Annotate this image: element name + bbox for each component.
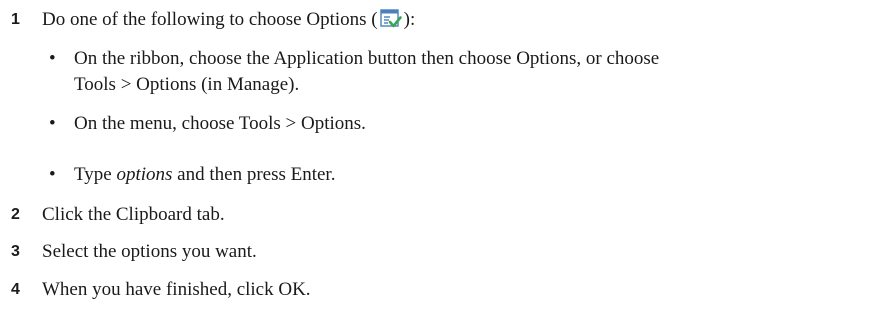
step-text-after-icon: ): [403,9,416,30]
substep-text: Type options and then press Enter. [74,162,335,188]
step-number: 3 [11,243,20,260]
step-text: Select the options you want. [42,241,257,262]
substep-italic-keyword: options [116,164,173,185]
substep-text-line2: Tools > Options (in Manage). [74,74,300,95]
step-text: Click the Clipboard tab. [42,204,225,225]
step-text-before-icon: Do one of the following to choose Option… [42,9,378,30]
substep-suffix: and then press Enter. [172,164,336,185]
procedure-document: 1 Do one of the following to choose Opti… [0,0,869,312]
substep-prefix: Type [74,164,117,185]
bullet: • [49,164,56,185]
options-icon [379,9,402,37]
step-number: 4 [11,281,20,298]
substep-text: On the menu, choose Tools > Options. [74,113,366,134]
step-text: When you have finished, click OK. [42,279,311,300]
substep-text-line1: On the ribbon, choose the Application bu… [74,48,660,69]
bullet: • [49,48,56,69]
step-number: 1 [11,11,20,28]
bullet: • [49,113,56,134]
step-number: 2 [11,206,20,223]
step-text: Do one of the following to choose Option… [42,7,415,37]
